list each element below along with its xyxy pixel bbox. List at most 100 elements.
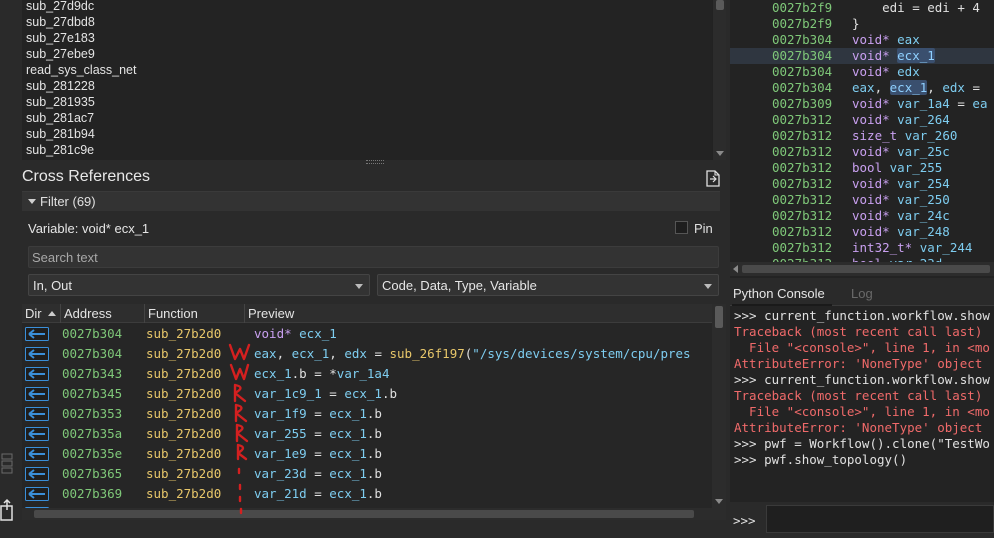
code-token[interactable]: ecx_1	[889, 80, 928, 95]
code-line[interactable]: 0027b312 void* var_264	[730, 112, 994, 128]
code-token[interactable]: ecx_1	[897, 48, 935, 63]
symbol-list[interactable]: sub_27d9dc sub_27dbd8 sub_27e183 sub_27ebe9…	[22, 0, 726, 160]
code-token[interactable]: bool	[852, 160, 890, 175]
scrollbar-thumb[interactable]	[742, 265, 990, 273]
row-function[interactable]: sub_27b2d0	[146, 404, 221, 424]
symbol-list-item[interactable]: sub_27d9dc	[22, 0, 708, 14]
row-function[interactable]: sub_27b2d0	[146, 324, 221, 344]
table-row[interactable]: 0027b304 sub_27b2d0 eax, ecx_1, edx = sub_…	[22, 344, 712, 364]
table-row[interactable]: 0027b35a sub_27b2d0 var_255 = ecx_1.b	[22, 424, 712, 444]
code-token[interactable]: var_24c	[897, 208, 950, 223]
table-row[interactable]: 0027b365 sub_27b2d0 var_23d = ecx_1.b	[22, 464, 712, 484]
code-token[interactable]: void*	[852, 64, 897, 79]
table-row[interactable]: 0027b35e sub_27b2d0 var_1e9 = ecx_1.b	[22, 444, 712, 464]
row-function[interactable]: sub_27b2d0	[146, 444, 221, 464]
symbol-list-item[interactable]: sub_281b94	[22, 126, 708, 142]
code-token[interactable]: void*	[852, 176, 897, 191]
code-token[interactable]: =	[965, 80, 980, 95]
stack-icon[interactable]	[1, 452, 15, 474]
code-token[interactable]: void*	[852, 32, 897, 47]
document-export-icon[interactable]	[706, 170, 720, 187]
code-line[interactable]: 0027b312 void* var_25c	[730, 144, 994, 160]
code-line[interactable]: 0027b312 size_t var_260	[730, 128, 994, 144]
row-address[interactable]: 0027b365	[62, 464, 122, 484]
console-input[interactable]	[766, 505, 994, 533]
code-token[interactable]: void*	[852, 96, 897, 111]
row-function[interactable]: sub_27b2d0	[146, 464, 221, 484]
row-function[interactable]: sub_27b2d0	[146, 344, 221, 364]
code-token[interactable]: edx	[942, 80, 965, 95]
row-address[interactable]: 0027b345	[62, 384, 122, 404]
pin-checkbox[interactable]	[675, 221, 688, 234]
tab-python-console[interactable]: Python Console	[733, 286, 825, 301]
symbol-list-scrollbar[interactable]	[712, 0, 726, 160]
code-token[interactable]: ,	[927, 80, 942, 95]
code-line[interactable]: 0027b304 void* eax	[730, 32, 994, 48]
row-address[interactable]: 0027b343	[62, 364, 122, 384]
row-function[interactable]: sub_27b2d0	[146, 384, 221, 404]
scroll-down-arrow[interactable]	[715, 499, 723, 504]
direction-select[interactable]: In, Out	[28, 274, 370, 296]
row-function[interactable]: sub_27b2d0	[146, 424, 221, 444]
code-token[interactable]: void*	[852, 192, 897, 207]
column-header-address[interactable]: Address	[61, 304, 145, 323]
scroll-down-arrow[interactable]	[716, 151, 724, 156]
code-line[interactable]: 0027b2f9}	[730, 16, 994, 32]
code-token[interactable]: ea	[972, 96, 987, 111]
row-address[interactable]: 0027b35e	[62, 444, 122, 464]
code-token[interactable]: var_264	[897, 112, 950, 127]
code-token[interactable]: eax	[852, 80, 875, 95]
code-token[interactable]: void*	[852, 224, 897, 239]
code-token[interactable]: eax	[897, 32, 920, 47]
scrollbar-thumb[interactable]	[716, 0, 724, 10]
code-line[interactable]: 0027b309 void* var_1a4 = ea	[730, 96, 994, 112]
code-token[interactable]: }	[852, 16, 860, 31]
symbol-list-item[interactable]: sub_281935	[22, 94, 708, 110]
code-line[interactable]: 0027b312 int32_t* var_244	[730, 240, 994, 256]
symbol-list-item[interactable]: sub_27e183	[22, 30, 708, 46]
code-line[interactable]: 0027b312 void* var_24c	[730, 208, 994, 224]
code-token[interactable]: edx	[897, 64, 920, 79]
code-line[interactable]: 0027b312 void* var_248	[730, 224, 994, 240]
row-address[interactable]: 0027b304	[62, 344, 122, 364]
column-header-function[interactable]: Function	[145, 304, 245, 323]
symbol-list-item[interactable]: sub_27dbd8	[22, 14, 708, 30]
scrollbar-thumb[interactable]	[34, 510, 694, 518]
code-token[interactable]: ,	[875, 80, 890, 95]
code-token[interactable]: =	[950, 96, 973, 111]
table-row[interactable]: 0027b353 sub_27b2d0 var_1f9 = ecx_1.b	[22, 404, 712, 424]
symbol-list-item[interactable]: sub_27ebe9	[22, 46, 708, 62]
symbol-list-item[interactable]: sub_281228	[22, 78, 708, 94]
row-address[interactable]: 0027b35a	[62, 424, 122, 444]
symbol-list-item[interactable]: sub_281c9e	[22, 142, 708, 158]
table-row[interactable]: 0027b343 sub_27b2d0 ecx_1.b = *var_1a4	[22, 364, 712, 384]
code-token[interactable]: void*	[852, 112, 897, 127]
code-line[interactable]: 0027b304 void* ecx_1	[730, 48, 994, 64]
code-line[interactable]: 0027b312 void* var_254	[730, 176, 994, 192]
table-horizontal-scrollbar[interactable]	[22, 508, 712, 520]
code-line[interactable]: 0027b312 void* var_250	[730, 192, 994, 208]
row-address[interactable]: 0027b353	[62, 404, 122, 424]
code-token[interactable]: int32_t*	[852, 240, 920, 255]
code-line[interactable]: 0027b304 eax, ecx_1, edx =	[730, 80, 994, 96]
row-function[interactable]: sub_27b2d0	[146, 484, 221, 504]
code-line[interactable]: 0027b312 bool var_255	[730, 160, 994, 176]
scrollbar-thumb[interactable]	[715, 306, 723, 328]
code-token[interactable]: size_t	[852, 128, 905, 143]
code-line[interactable]: 0027b304 void* edx	[730, 64, 994, 80]
code-token[interactable]: var_1a4	[897, 96, 950, 111]
code-token[interactable]: var_244	[920, 240, 973, 255]
filter-toggle[interactable]: Filter (69)	[22, 191, 720, 211]
table-row[interactable]: 0027b304 sub_27b2d0 void* ecx_1	[22, 324, 712, 344]
code-view[interactable]: 0027b2f9 edi = edi + 4 0027b2f9} 0027b304 v…	[730, 0, 994, 278]
export-icon[interactable]	[0, 498, 16, 522]
code-token[interactable]: edi = edi + 4	[852, 0, 980, 15]
scroll-left-arrow[interactable]	[733, 265, 738, 273]
tab-log[interactable]: Log	[851, 286, 873, 301]
column-header-dir[interactable]: Dir	[22, 304, 61, 323]
code-token[interactable]: var_260	[905, 128, 958, 143]
code-token[interactable]: var_255	[890, 160, 943, 175]
symbol-list-item[interactable]: sub_281ac7	[22, 110, 708, 126]
type-select[interactable]: Code, Data, Type, Variable	[377, 274, 719, 296]
code-token[interactable]: var_25c	[897, 144, 950, 159]
